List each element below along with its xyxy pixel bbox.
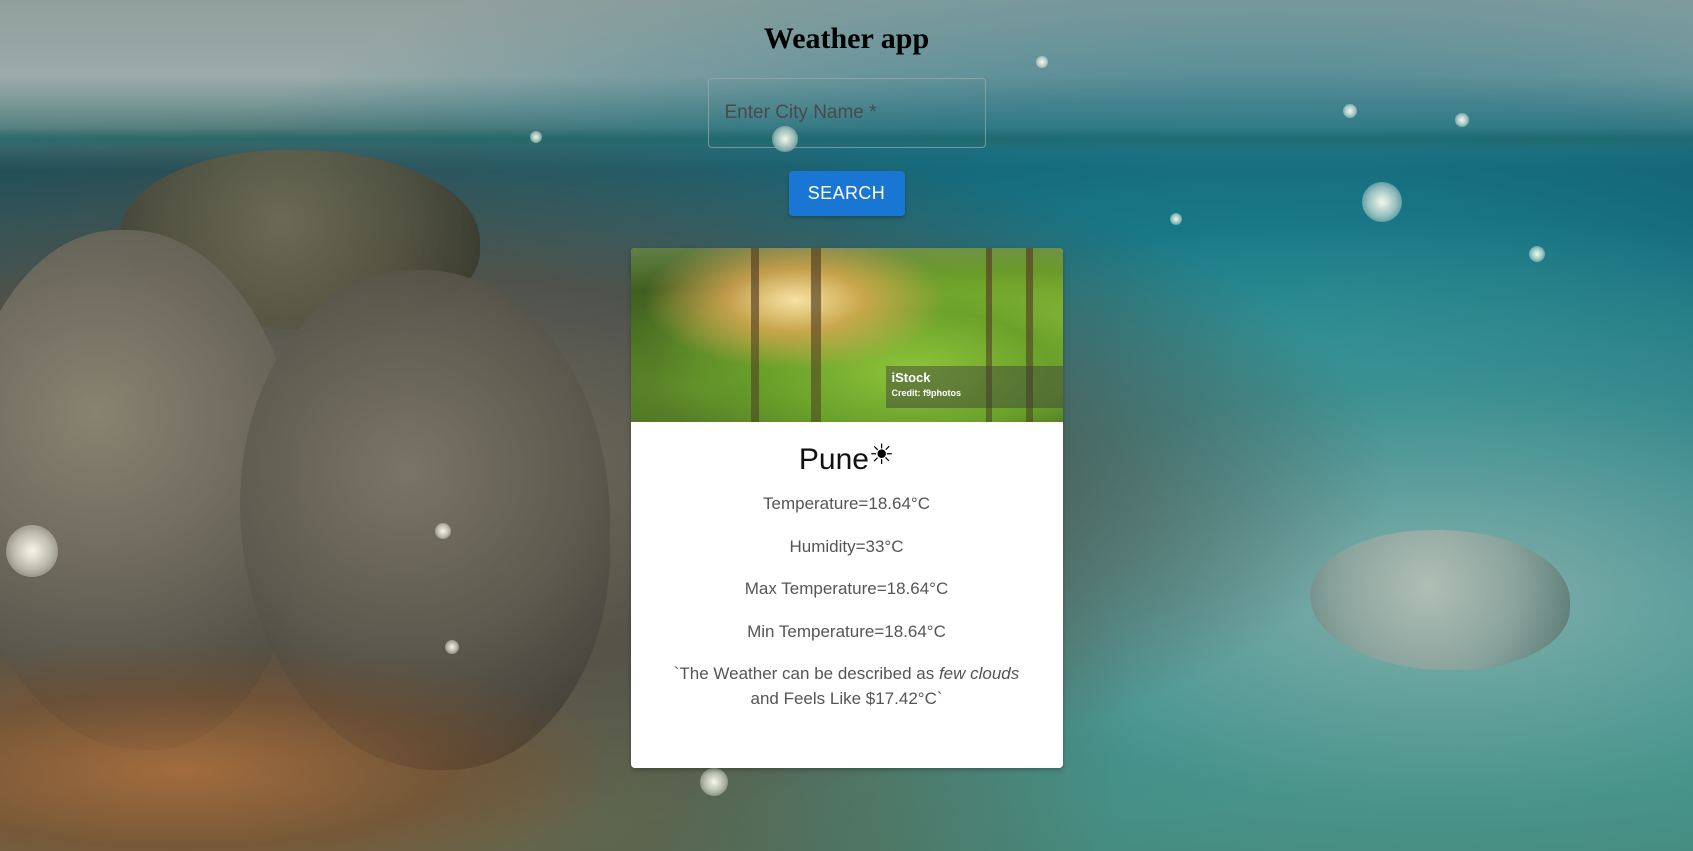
weather-description-prefix: `The Weather can be described as <box>673 663 939 683</box>
image-credit: iStock Credit: f9photos <box>885 366 1063 408</box>
min-temperature-text: Min Temperature=18.64°C <box>747 621 946 641</box>
search-button[interactable]: SEARCH <box>788 171 905 216</box>
tree-trunk <box>750 248 759 422</box>
city-name-input[interactable] <box>708 79 985 147</box>
weather-condition: few clouds <box>938 663 1020 683</box>
city-name-field[interactable] <box>707 78 986 148</box>
city-heading: Pune ☀ <box>798 439 895 478</box>
page-title: Weather app <box>763 22 930 55</box>
weather-card-image: iStock Credit: f9photos <box>630 248 1063 422</box>
city-name: Pune <box>798 443 869 476</box>
weather-card-content: Pune ☀ Temperature=18.64°C Humidity=33°C … <box>631 422 1063 711</box>
tree-trunk <box>810 248 821 422</box>
temperature-text: Temperature=18.64°C <box>763 494 930 513</box>
sun-icon: ☀ <box>868 439 895 470</box>
image-credit-brand: iStock <box>891 370 931 385</box>
weather-app: Weather app SEARCH iStock Credit: f9phot… <box>0 0 1693 851</box>
max-temperature-text: Max Temperature=18.64°C <box>744 579 949 598</box>
weather-description-suffix: and Feels Like $17.42°C` <box>750 688 943 708</box>
weather-card: iStock Credit: f9photos Pune ☀ Temperatur… <box>630 248 1063 768</box>
weather-description: `The Weather can be described as few clo… <box>659 661 1035 711</box>
humidity-text: Humidity=33°C <box>789 536 904 556</box>
image-credit-line: Credit: f9photos <box>891 388 962 398</box>
